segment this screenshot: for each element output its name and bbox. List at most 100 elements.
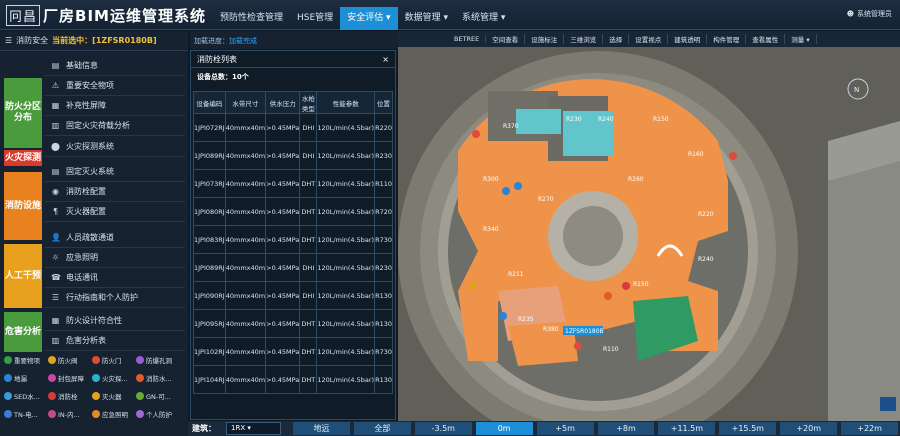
tool-5[interactable]: 设置视点	[629, 34, 669, 44]
map-toolbar: BETREE 空间查看 设施标注 三维浏览 选择 设置视点 建筑透明 构件管理 查看属性 测量 ▾	[398, 31, 900, 47]
floor-button-4[interactable]: +5m	[536, 422, 594, 435]
table-cell: R130	[374, 365, 393, 394]
table-cell: >0.45MPa	[265, 281, 301, 310]
svg-text:R240: R240	[698, 256, 714, 263]
tool-3[interactable]: 三维浏览	[564, 34, 604, 44]
category-4[interactable]: 危害分析	[4, 312, 42, 352]
legend-label: 灭火器	[102, 393, 122, 401]
legend-item: 灭火器	[92, 391, 136, 401]
legend-label: 个人防护	[146, 411, 172, 419]
category-1[interactable]: 火灾探测	[4, 150, 42, 166]
legend-row: SED水... 消防栓 灭火器 GN-可...	[4, 387, 184, 405]
table-row[interactable]: 1JPI083RJ 40mmx40m >0.45MPa DHT 120L/min(4.5…	[193, 225, 393, 254]
floor-button-7[interactable]: +15.5m	[719, 422, 777, 435]
menu-item-0[interactable]: ▤ 基础信息	[45, 56, 185, 76]
menu-item-12[interactable]: ▦ 防火设计符合性	[45, 311, 185, 331]
legend-marker-icon	[4, 410, 12, 418]
table-cell: DHI	[299, 141, 318, 170]
nav-item-4[interactable]: 系统管理 ▾	[455, 7, 512, 30]
table-cell: >0.45MPa	[265, 225, 301, 254]
floor-button-2[interactable]: -3.5m	[414, 422, 472, 435]
menu-item-4[interactable]: ⬤ 火灾探测系统	[45, 137, 185, 157]
user-menu[interactable]: ☻ 系统管理员	[847, 9, 892, 19]
svg-text:R211: R211	[508, 271, 524, 278]
menu-item-10[interactable]: ☎ 电话通讯	[45, 268, 185, 288]
tool-4[interactable]: 选择	[603, 34, 630, 44]
legend-item: 个人防护	[136, 409, 180, 419]
legend-marker-icon	[4, 374, 12, 382]
menu-item-2[interactable]: ▦ 补充性屏障	[45, 96, 185, 116]
tool-1[interactable]: 空间查看	[486, 34, 526, 44]
table-row[interactable]: 1JPI080RJ 40mmx40m >0.45MPa DHT 120L/min(4.5…	[193, 197, 393, 226]
hydrant-list-panel: 消防栓列表 × 设备总数：10个 设备编码 水带尺寸 供水压力 水枪类型 性能参数 位置 …	[190, 50, 396, 420]
user-name: 系统管理员	[857, 10, 892, 18]
floor-button-3[interactable]: 0m	[475, 422, 533, 435]
menu-item-9[interactable]: ☼ 应急照明	[45, 248, 185, 268]
svg-text:R370: R370	[503, 123, 519, 130]
menu-item-8[interactable]: 👤 人员疏散通道	[45, 228, 185, 248]
close-icon[interactable]: ×	[382, 55, 389, 64]
user-icon: ☻	[846, 10, 854, 18]
menu-item-label: 灭火器配置	[66, 207, 106, 216]
table-row[interactable]: 1JPI095RJ 40mmx40m >0.45MPa DHT 120L/min(4.5…	[193, 309, 393, 338]
menu-item-icon: ▥	[51, 121, 60, 130]
menu-item-label: 基础信息	[66, 61, 98, 70]
table-row[interactable]: 1JPI072RJ 40mmx40m >0.45MPa DHI 120L/min(4.5…	[193, 113, 393, 142]
table-cell: 40mmx40m	[224, 169, 267, 198]
building-select[interactable]: 1RX ▾	[226, 422, 281, 435]
load-progress: 加载进度：加载完成	[190, 31, 398, 49]
tool-8[interactable]: 查看属性	[746, 34, 786, 44]
menu-item-7[interactable]: ¶ 灭火器配置	[45, 202, 185, 222]
compass-icon[interactable]: N	[854, 86, 859, 94]
table-row[interactable]: 1JPI102RJ 40mmx40m >0.45MPa DHT 120L/min(4.5…	[193, 337, 393, 366]
table-row[interactable]: 1JPI089RJ 40mmx40m >0.45MPa DHI 120L/min(4.5…	[193, 141, 393, 170]
nav-item-1[interactable]: HSE管理	[290, 7, 340, 30]
panel-header: 消防栓列表 ×	[191, 51, 395, 68]
legend-item: 防火门	[92, 355, 136, 365]
legend-marker-icon	[48, 392, 56, 400]
menu-item-1[interactable]: ⚠ 重要安全物项	[45, 76, 185, 96]
table-cell: 1JPI080RJ	[193, 197, 226, 226]
table-row[interactable]: 1JPI090RJ 40mmx40m >0.45MPa DHI 120L/min(4.5…	[193, 281, 393, 310]
table-cell: 40mmx40m	[224, 113, 267, 142]
menu-item-label: 重要安全物项	[66, 81, 114, 90]
floor-button-8[interactable]: +20m	[780, 422, 838, 435]
legend-marker-icon	[48, 410, 56, 418]
tool-9[interactable]: 测量 ▾	[785, 34, 817, 44]
tool-2[interactable]: 设施标注	[525, 34, 565, 44]
tool-7[interactable]: 构件管理	[707, 34, 747, 44]
category-0[interactable]: 防火分区分布	[4, 78, 42, 148]
nav-item-3[interactable]: 数据管理 ▾	[398, 7, 455, 30]
selected-room-tag[interactable]: 1ZFSR0180B	[565, 328, 604, 335]
logo: 冋昌 厂房BIM运维管理系统	[6, 4, 206, 26]
category-3[interactable]: 人工干预	[4, 244, 42, 308]
tool-0[interactable]: BETREE	[448, 35, 487, 43]
progress-label: 加载进度：	[194, 37, 229, 45]
nav-item-0[interactable]: 预防性检查管理	[213, 7, 290, 30]
menu-icon[interactable]: ☰	[5, 36, 12, 45]
menu-item-6[interactable]: ◉ 消防栓配置	[45, 182, 185, 202]
map-corner-button[interactable]	[880, 397, 896, 411]
table-cell: R230	[374, 141, 393, 170]
menu-item-label: 消防栓配置	[66, 187, 106, 196]
menu-item-5[interactable]: ▤ 固定灭火系统	[45, 162, 185, 182]
menu-item-icon: ▤	[51, 61, 60, 70]
menu-item-13[interactable]: ▥ 危害分析表	[45, 331, 185, 351]
legend-marker-icon	[92, 392, 100, 400]
table-cell: 40mmx40m	[224, 337, 267, 366]
bim-3d-view[interactable]: R370 R230 R240 R150 R300 R270 R260 R160 R220…	[398, 31, 900, 421]
category-2[interactable]: 消防设施	[4, 172, 42, 240]
table-row[interactable]: 1JPI073RJ 40mmx40m >0.45MPa DHT 120L/min(4.5…	[193, 169, 393, 198]
floor-button-6[interactable]: +11.5m	[658, 422, 716, 435]
table-row[interactable]: 1JPI089RJ 40mmx40m >0.45MPa DHI 120L/min(4.5…	[193, 253, 393, 282]
nav-item-2[interactable]: 安全评估 ▾	[340, 7, 398, 30]
table-cell: >0.45MPa	[265, 337, 301, 366]
menu-item-3[interactable]: ▥ 固定火灾荷载分析	[45, 116, 185, 136]
menu-item-11[interactable]: ☰ 行动指南和个人防护	[45, 288, 185, 308]
tool-6[interactable]: 建筑透明	[668, 34, 708, 44]
floor-button-1[interactable]: 全部	[353, 422, 411, 435]
floor-button-9[interactable]: +22m	[841, 422, 899, 435]
floor-button-5[interactable]: +8m	[597, 422, 655, 435]
table-row[interactable]: 1JPI104RJ 40mmx40m >0.45MPa DHT 120L/min(4.5…	[193, 365, 393, 394]
floor-button-0[interactable]: 地远	[293, 422, 350, 435]
